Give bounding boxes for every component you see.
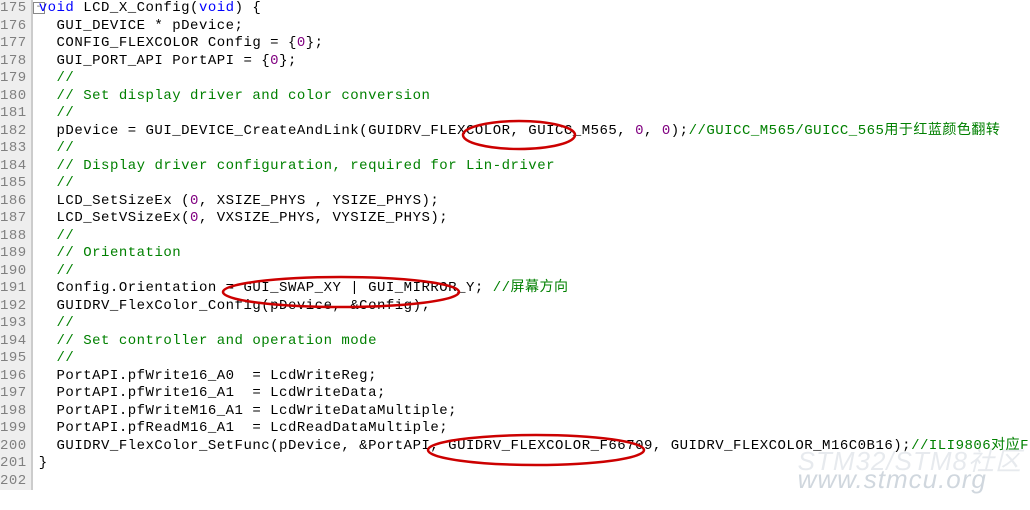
- line-number: 193: [0, 315, 27, 333]
- line-number: 180: [0, 88, 27, 106]
- line-number: 199: [0, 420, 27, 438]
- line-number: 202: [0, 473, 27, 491]
- line-number: 182: [0, 123, 27, 141]
- line-number: 198: [0, 403, 27, 421]
- code-line: }: [39, 455, 1030, 473]
- code-line: //: [39, 175, 1030, 193]
- line-number: 189: [0, 245, 27, 263]
- code-line: [39, 473, 1030, 491]
- line-number: 187: [0, 210, 27, 228]
- line-number: 196: [0, 368, 27, 386]
- code-line: Config.Orientation = GUI_SWAP_XY | GUI_M…: [39, 280, 1030, 298]
- line-number: 183: [0, 140, 27, 158]
- line-number: 176: [0, 18, 27, 36]
- code-line: PortAPI.pfWrite16_A0 = LcdWriteReg;: [39, 368, 1030, 386]
- code-line: //: [39, 350, 1030, 368]
- line-number: 195: [0, 350, 27, 368]
- line-number: 186: [0, 193, 27, 211]
- code-line: GUI_DEVICE * pDevice;: [39, 18, 1030, 36]
- line-number: 192: [0, 298, 27, 316]
- line-number: 181: [0, 105, 27, 123]
- code-line: CONFIG_FLEXCOLOR Config = {0};: [39, 35, 1030, 53]
- code-editor: 1751761771781791801811821831841851861871…: [0, 0, 1030, 490]
- code-line: PortAPI.pfReadM16_A1 = LcdReadDataMultip…: [39, 420, 1030, 438]
- line-number-gutter: 1751761771781791801811821831841851861871…: [0, 0, 32, 490]
- line-number: 191: [0, 280, 27, 298]
- code-line: //: [39, 315, 1030, 333]
- line-number: 177: [0, 35, 27, 53]
- line-number: 197: [0, 385, 27, 403]
- line-number: 190: [0, 263, 27, 281]
- line-number: 184: [0, 158, 27, 176]
- code-line: // Display driver configuration, require…: [39, 158, 1030, 176]
- code-line: //: [39, 140, 1030, 158]
- code-line: // Set display driver and color conversi…: [39, 88, 1030, 106]
- code-line: //: [39, 70, 1030, 88]
- code-line: //: [39, 228, 1030, 246]
- code-line: // Set controller and operation mode: [39, 333, 1030, 351]
- code-line: PortAPI.pfWriteM16_A1 = LcdWriteDataMult…: [39, 403, 1030, 421]
- code-line: LCD_SetSizeEx (0, XSIZE_PHYS , YSIZE_PHY…: [39, 193, 1030, 211]
- line-number: 175: [0, 0, 27, 18]
- code-line: GUIDRV_FlexColor_Config(pDevice, &Config…: [39, 298, 1030, 316]
- code-line: PortAPI.pfWrite16_A1 = LcdWriteData;: [39, 385, 1030, 403]
- line-number: 188: [0, 228, 27, 246]
- code-line: LCD_SetVSizeEx(0, VXSIZE_PHYS, VYSIZE_PH…: [39, 210, 1030, 228]
- line-number: 185: [0, 175, 27, 193]
- code-area: void LCD_X_Config(void) { GUI_DEVICE * p…: [33, 0, 1030, 490]
- code-line: // Orientation: [39, 245, 1030, 263]
- line-number: 179: [0, 70, 27, 88]
- line-number: 178: [0, 53, 27, 71]
- code-line: void LCD_X_Config(void) {: [39, 0, 1030, 18]
- code-line: //: [39, 105, 1030, 123]
- line-number: 194: [0, 333, 27, 351]
- line-number: 201: [0, 455, 27, 473]
- code-line: pDevice = GUI_DEVICE_CreateAndLink(GUIDR…: [39, 123, 1030, 141]
- code-line: //: [39, 263, 1030, 281]
- code-line: GUIDRV_FlexColor_SetFunc(pDevice, &PortA…: [39, 438, 1030, 456]
- code-line: GUI_PORT_API PortAPI = {0};: [39, 53, 1030, 71]
- line-number: 200: [0, 438, 27, 456]
